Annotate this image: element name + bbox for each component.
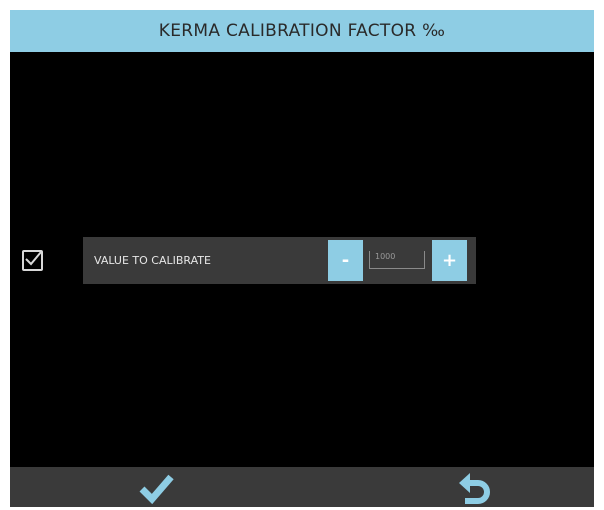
- title-bar: KERMA CALIBRATION FACTOR ‰: [10, 10, 594, 52]
- screen: KERMA CALIBRATION FACTOR ‰ VALUE TO CALI…: [10, 10, 594, 507]
- undo-arrow-icon: [459, 473, 490, 504]
- increment-button[interactable]: +: [432, 240, 467, 281]
- checkmark-icon: [139, 474, 174, 505]
- confirm-button[interactable]: [136, 473, 176, 505]
- page-title: KERMA CALIBRATION FACTOR ‰: [158, 21, 446, 41]
- back-button[interactable]: [455, 470, 495, 506]
- calibration-row: VALUE TO CALIBRATE - 1000 +: [83, 237, 476, 284]
- calibration-label: VALUE TO CALIBRATE: [94, 254, 211, 267]
- calibration-value-field[interactable]: 1000: [369, 251, 425, 269]
- checkmark-icon: [25, 251, 42, 266]
- enable-checkbox[interactable]: [22, 250, 43, 271]
- footer-bar: [10, 467, 594, 507]
- decrement-button[interactable]: -: [328, 240, 363, 281]
